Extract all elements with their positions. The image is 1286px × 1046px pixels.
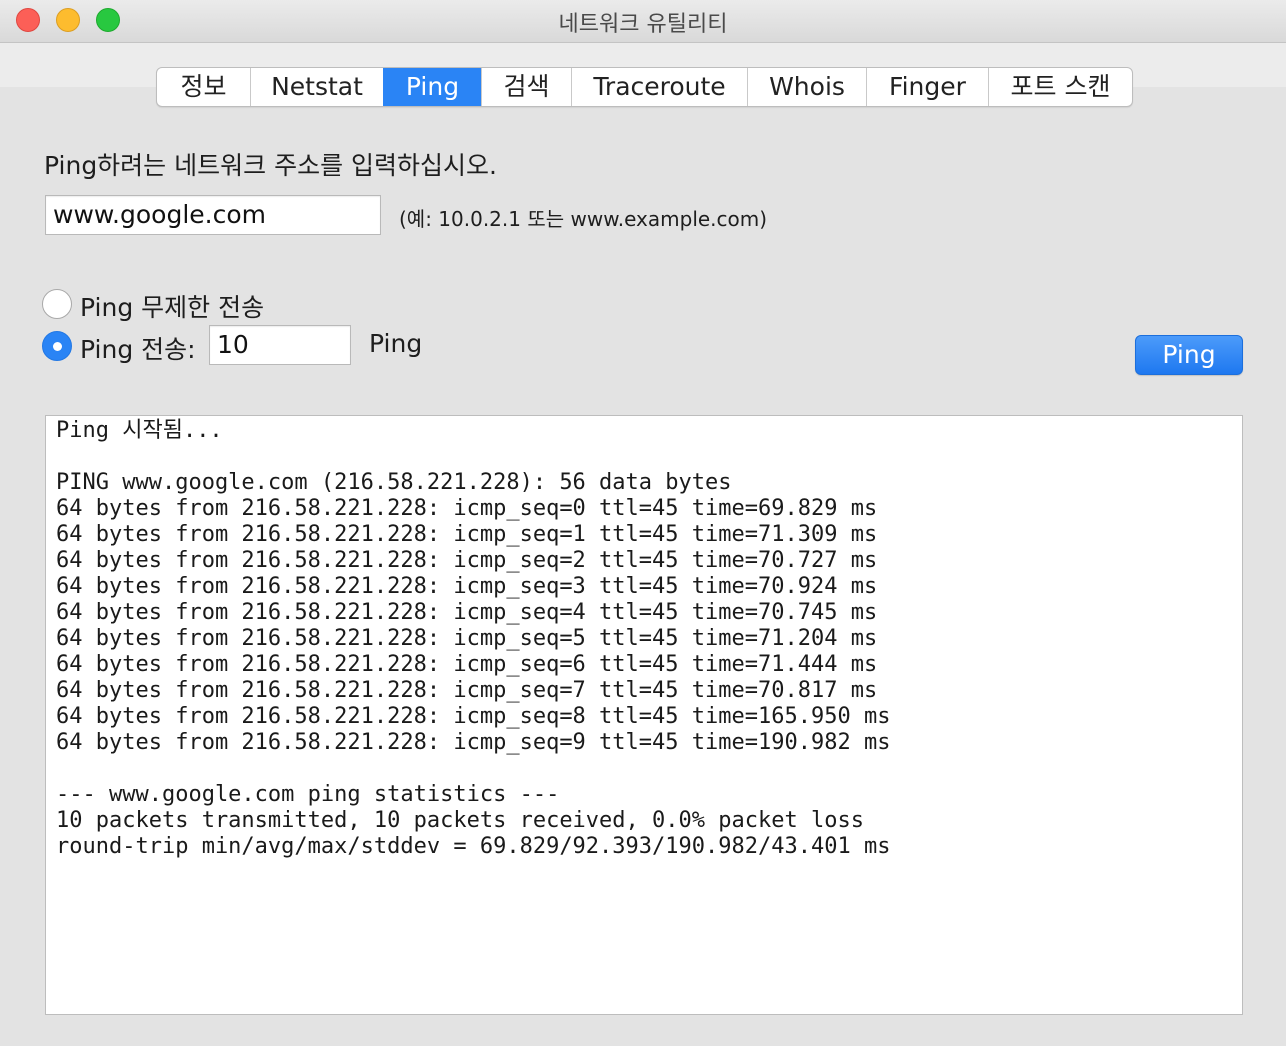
ping-count-input[interactable]: 10 bbox=[209, 325, 351, 365]
network-utility-window: 네트워크 유틸리티 정보 Netstat Ping 검색 Traceroute … bbox=[0, 0, 1286, 1046]
unlimited-ping-radio[interactable] bbox=[42, 289, 72, 319]
output-line: 64 bytes from 216.58.221.228: icmp_seq=9… bbox=[56, 730, 891, 755]
ping-output-area[interactable]: Ping 시작됨... PING www.google.com (216.58.… bbox=[45, 415, 1243, 1015]
title-bar: 네트워크 유틸리티 bbox=[0, 0, 1286, 43]
output-line: 64 bytes from 216.58.221.228: icmp_seq=6… bbox=[56, 652, 878, 677]
ping-output-text: Ping 시작됨... PING www.google.com (216.58.… bbox=[56, 418, 1232, 860]
tab-lookup[interactable]: 검색 bbox=[481, 68, 571, 106]
output-line: 10 packets transmitted, 10 packets recei… bbox=[56, 808, 864, 833]
ping-count-radio[interactable] bbox=[42, 331, 72, 361]
output-line: Ping 시작됨... bbox=[56, 418, 223, 443]
window-title: 네트워크 유틸리티 bbox=[558, 12, 728, 37]
ping-button[interactable]: Ping bbox=[1135, 335, 1243, 375]
tab-traceroute[interactable]: Traceroute bbox=[571, 68, 747, 106]
output-line: 64 bytes from 216.58.221.228: icmp_seq=7… bbox=[56, 678, 878, 703]
output-line: --- www.google.com ping statistics --- bbox=[56, 782, 560, 807]
address-input[interactable]: www.google.com bbox=[45, 195, 381, 235]
address-prompt: Ping하려는 네트워크 주소를 입력하십시오. bbox=[44, 151, 497, 180]
tab-netstat[interactable]: Netstat bbox=[250, 68, 383, 106]
tab-bar: 정보 Netstat Ping 검색 Traceroute Whois Fing… bbox=[156, 67, 1133, 107]
output-line: 64 bytes from 216.58.221.228: icmp_seq=0… bbox=[56, 496, 878, 521]
tab-finger[interactable]: Finger bbox=[866, 68, 988, 106]
tab-port-scan[interactable]: 포트 스캔 bbox=[988, 68, 1132, 106]
address-example-hint: (예: 10.0.2.1 또는 www.example.com) bbox=[399, 207, 768, 231]
unlimited-ping-label: Ping 무제한 전송 bbox=[80, 293, 265, 322]
output-line: 64 bytes from 216.58.221.228: icmp_seq=1… bbox=[56, 522, 878, 547]
output-line: round-trip min/avg/max/stddev = 69.829/9… bbox=[56, 834, 891, 859]
ping-count-suffix: Ping bbox=[369, 329, 423, 358]
output-line: 64 bytes from 216.58.221.228: icmp_seq=4… bbox=[56, 600, 878, 625]
tab-ping[interactable]: Ping bbox=[383, 68, 481, 106]
output-line: PING www.google.com (216.58.221.228): 56… bbox=[56, 470, 732, 495]
output-line: 64 bytes from 216.58.221.228: icmp_seq=5… bbox=[56, 626, 878, 651]
output-line: 64 bytes from 216.58.221.228: icmp_seq=2… bbox=[56, 548, 878, 573]
ping-count-label: Ping 전송: bbox=[80, 335, 196, 364]
output-line: 64 bytes from 216.58.221.228: icmp_seq=3… bbox=[56, 574, 878, 599]
output-line: 64 bytes from 216.58.221.228: icmp_seq=8… bbox=[56, 704, 891, 729]
tab-whois[interactable]: Whois bbox=[747, 68, 866, 106]
tab-info[interactable]: 정보 bbox=[157, 68, 250, 106]
